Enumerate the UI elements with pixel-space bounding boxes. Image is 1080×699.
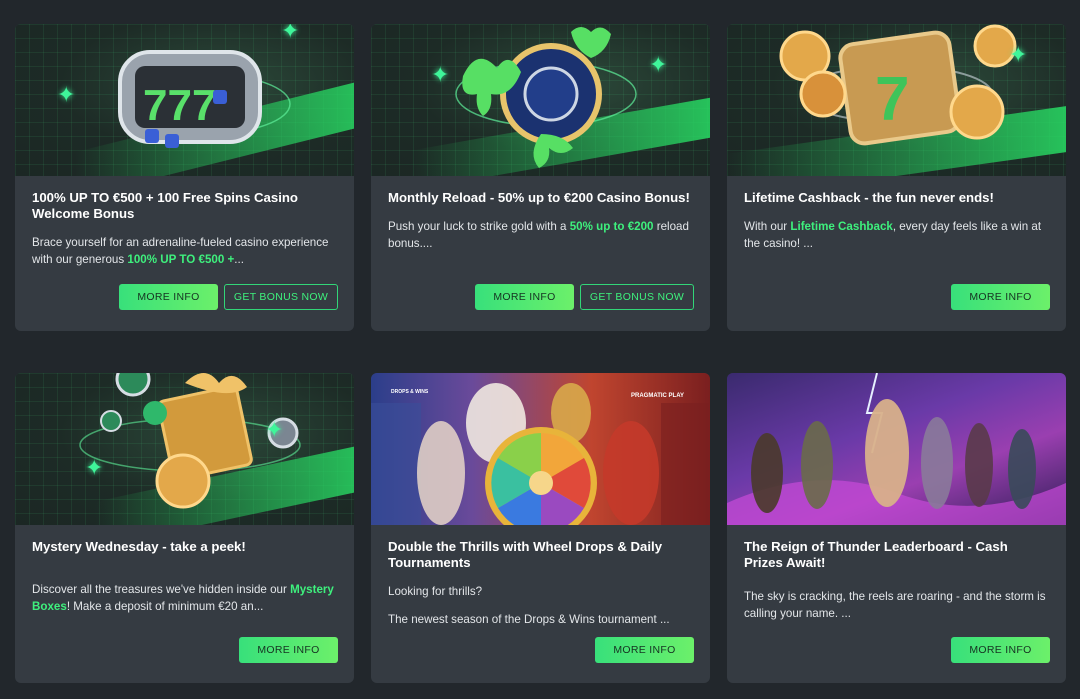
promo-description-line1: Looking for thrills? bbox=[388, 585, 483, 598]
promo-description-line2: The newest season of the Drops & Wins to… bbox=[388, 613, 670, 626]
drops-and-wins-logo: DROPS & WINS bbox=[391, 389, 429, 395]
promo-image-casino-chip: ✦ ✦ bbox=[371, 24, 710, 176]
promo-description: With our Lifetime Cashback, every day fe… bbox=[744, 220, 1042, 250]
promo-image-gift-box: ✦ ✦ bbox=[15, 373, 354, 525]
promo-image-thunder bbox=[727, 373, 1066, 525]
promo-description: Discover all the treasures we've hidden … bbox=[32, 583, 334, 613]
promo-description: Brace yourself for an adrenaline-fueled … bbox=[32, 236, 329, 266]
gift-box-icon bbox=[79, 373, 301, 509]
promo-card-welcome-bonus: 777 ✦ ✦ 100% UP TO €500 + 100 Free Spins… bbox=[15, 24, 354, 331]
sparkle-icon: ✦ bbox=[281, 24, 300, 43]
more-info-button[interactable]: MORE INFO bbox=[475, 284, 574, 310]
promo-card-lifetime-cashback: 7 ✦ Lifetime Cashback - the fun never en… bbox=[727, 24, 1066, 331]
promo-title: Mystery Wednesday - take a peek! bbox=[32, 539, 246, 554]
get-bonus-now-button[interactable]: GET BONUS NOW bbox=[580, 284, 694, 310]
promo-image-wheel-drops: DROPS & WINS PRAGMATIC PLAY bbox=[371, 373, 710, 525]
promo-card-reign-of-thunder: The Reign of Thunder Leaderboard - Cash … bbox=[727, 373, 1066, 683]
more-info-button[interactable]: MORE INFO bbox=[951, 284, 1050, 310]
sparkle-icon: ✦ bbox=[85, 455, 104, 480]
promo-title: Lifetime Cashback - the fun never ends! bbox=[744, 190, 994, 205]
thunder-gods-icon bbox=[727, 373, 1066, 525]
svg-text:777: 777 bbox=[143, 81, 216, 130]
promo-image-cashback: 7 ✦ bbox=[727, 24, 1066, 176]
sparkle-icon: ✦ bbox=[649, 52, 668, 77]
sparkle-icon: ✦ bbox=[265, 417, 284, 442]
promo-title: Monthly Reload - 50% up to €200 Casino B… bbox=[388, 190, 690, 205]
more-info-button[interactable]: MORE INFO bbox=[119, 284, 218, 310]
get-bonus-now-button[interactable]: GET BONUS NOW bbox=[224, 284, 338, 310]
promo-description: The sky is cracking, the reels are roari… bbox=[744, 590, 1046, 620]
pragmatic-play-logo: PRAGMATIC PLAY bbox=[630, 393, 684, 399]
promo-title: Double the Thrills with Wheel Drops & Da… bbox=[388, 539, 663, 570]
promo-title: 100% UP TO €500 + 100 Free Spins Casino … bbox=[32, 190, 298, 221]
svg-text:7: 7 bbox=[875, 65, 909, 134]
more-info-button[interactable]: MORE INFO bbox=[595, 637, 694, 663]
sparkle-icon: ✦ bbox=[431, 62, 450, 87]
more-info-button[interactable]: MORE INFO bbox=[951, 637, 1050, 663]
promo-card-mystery-wednesday: ✦ ✦ Mystery Wednesday - take a peek! Dis… bbox=[15, 373, 354, 683]
promo-title: The Reign of Thunder Leaderboard - Cash … bbox=[744, 539, 1008, 570]
promo-card-wheel-drops: DROPS & WINS PRAGMATIC PLAY Double the T… bbox=[371, 373, 710, 683]
promo-image-slot-machine: 777 ✦ ✦ bbox=[15, 24, 354, 176]
promo-card-monthly-reload: ✦ ✦ Monthly Reload - 50% up to €200 Casi… bbox=[371, 24, 710, 331]
casino-chip-icon bbox=[455, 27, 637, 168]
sparkle-icon: ✦ bbox=[1009, 42, 1028, 67]
sparkle-icon: ✦ bbox=[57, 82, 76, 107]
promo-description: Push your luck to strike gold with a 50%… bbox=[388, 220, 689, 250]
more-info-button[interactable]: MORE INFO bbox=[239, 637, 338, 663]
